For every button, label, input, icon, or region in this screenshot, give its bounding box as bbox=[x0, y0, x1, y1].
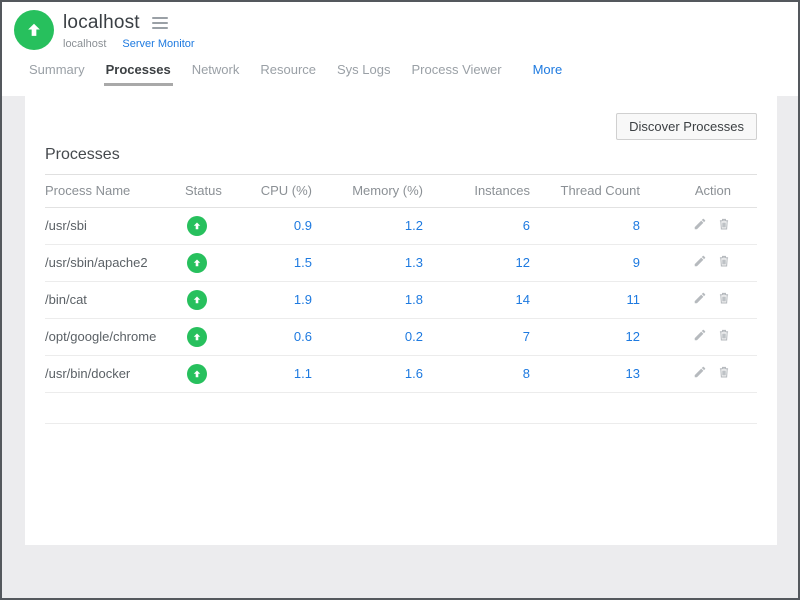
status-up-icon bbox=[187, 363, 207, 384]
tab-bar: Summary Processes Network Resource Sys Logs P… bbox=[2, 50, 798, 86]
status-up-icon bbox=[187, 215, 207, 236]
hamburger-menu-icon[interactable] bbox=[150, 15, 170, 31]
threads-value-cell[interactable]: 11 bbox=[530, 281, 640, 319]
action-icons bbox=[693, 217, 731, 231]
monitor-status-avatar bbox=[14, 10, 54, 50]
delete-trash-icon[interactable] bbox=[717, 365, 731, 379]
status-up-icon bbox=[187, 289, 207, 310]
instances-value-cell[interactable]: 7 bbox=[423, 318, 530, 356]
tab-process-viewer[interactable]: Process Viewer bbox=[410, 62, 504, 86]
process-name-cell: /usr/bin/docker bbox=[45, 355, 185, 393]
cpu-value-cell[interactable]: 1.1 bbox=[247, 355, 312, 393]
discover-processes-button[interactable]: Discover Processes bbox=[616, 113, 757, 140]
tab-resource[interactable]: Resource bbox=[258, 62, 318, 86]
tab-network[interactable]: Network bbox=[190, 62, 242, 86]
column-header-action: Action bbox=[640, 175, 757, 208]
process-name-cell: /usr/sbi bbox=[45, 207, 185, 245]
processes-table: Process Name Status CPU (%) Memory (%) Insta… bbox=[45, 175, 757, 424]
action-cell bbox=[640, 318, 757, 356]
status-up-icon bbox=[187, 252, 207, 273]
header-top: localhost localhost Server Monitor bbox=[2, 2, 798, 50]
header-text: localhost localhost Server Monitor bbox=[63, 10, 195, 50]
table-row: /bin/cat 1.9 1.8 14 11 bbox=[45, 281, 757, 319]
column-header-status: Status bbox=[185, 175, 247, 208]
cpu-value-cell[interactable]: 1.9 bbox=[247, 281, 312, 319]
process-name-cell: /usr/sbin/apache2 bbox=[45, 244, 185, 282]
table-body: /usr/sbi 0.9 1.2 6 8 /usr/sbin/apache2 1… bbox=[45, 207, 757, 424]
threads-value-cell[interactable]: 9 bbox=[530, 244, 640, 282]
app-header: localhost localhost Server Monitor Summa… bbox=[2, 2, 798, 88]
instances-value-cell[interactable]: 6 bbox=[423, 207, 530, 245]
column-header-memory-: Memory (%) bbox=[312, 175, 423, 208]
memory-value-cell[interactable]: 1.3 bbox=[312, 244, 423, 282]
action-icons bbox=[693, 291, 731, 305]
process-name-cell: /opt/google/chrome bbox=[45, 318, 185, 356]
empty-table-row bbox=[45, 392, 757, 424]
breadcrumb-host: localhost bbox=[63, 38, 107, 50]
card-toolbar: Discover Processes bbox=[45, 96, 757, 140]
column-header-instances: Instances bbox=[423, 175, 530, 208]
status-cell bbox=[185, 318, 247, 356]
status-up-icon bbox=[187, 326, 207, 347]
tab-sys-logs[interactable]: Sys Logs bbox=[335, 62, 392, 86]
cpu-value-cell[interactable]: 0.9 bbox=[247, 207, 312, 245]
instances-value-cell[interactable]: 8 bbox=[423, 355, 530, 393]
memory-value-cell[interactable]: 1.8 bbox=[312, 281, 423, 319]
action-icons bbox=[693, 365, 731, 379]
status-cell bbox=[185, 355, 247, 393]
edit-pencil-icon[interactable] bbox=[693, 291, 707, 305]
app-window: localhost localhost Server Monitor Summa… bbox=[0, 0, 800, 600]
edit-pencil-icon[interactable] bbox=[693, 365, 707, 379]
threads-value-cell[interactable]: 13 bbox=[530, 355, 640, 393]
memory-value-cell[interactable]: 1.2 bbox=[312, 207, 423, 245]
edit-pencil-icon[interactable] bbox=[693, 254, 707, 268]
cpu-value-cell[interactable]: 1.5 bbox=[247, 244, 312, 282]
tab-summary[interactable]: Summary bbox=[27, 62, 87, 86]
cpu-value-cell[interactable]: 0.6 bbox=[247, 318, 312, 356]
tab-more[interactable]: More bbox=[531, 62, 565, 86]
table-row: /usr/sbin/apache2 1.5 1.3 12 9 bbox=[45, 244, 757, 282]
processes-card: Discover Processes Processes Process Nam… bbox=[25, 96, 777, 545]
action-cell bbox=[640, 281, 757, 319]
action-cell bbox=[640, 244, 757, 282]
process-name-cell: /bin/cat bbox=[45, 281, 185, 319]
table-row: /opt/google/chrome 0.6 0.2 7 12 bbox=[45, 318, 757, 356]
action-icons bbox=[693, 328, 731, 342]
memory-value-cell[interactable]: 0.2 bbox=[312, 318, 423, 356]
status-cell bbox=[185, 244, 247, 282]
server-monitor-link[interactable]: Server Monitor bbox=[122, 38, 194, 50]
instances-value-cell[interactable]: 14 bbox=[423, 281, 530, 319]
table-row: /usr/bin/docker 1.1 1.6 8 13 bbox=[45, 355, 757, 393]
delete-trash-icon[interactable] bbox=[717, 328, 731, 342]
edit-pencil-icon[interactable] bbox=[693, 328, 707, 342]
page-title: localhost bbox=[63, 12, 140, 33]
up-arrow-icon bbox=[28, 23, 40, 36]
tab-processes[interactable]: Processes bbox=[103, 62, 173, 86]
delete-trash-icon[interactable] bbox=[717, 254, 731, 268]
status-cell bbox=[185, 281, 247, 319]
table-row: /usr/sbi 0.9 1.2 6 8 bbox=[45, 207, 757, 245]
threads-value-cell[interactable]: 8 bbox=[530, 207, 640, 245]
table-header-row: Process Name Status CPU (%) Memory (%) Insta… bbox=[45, 175, 757, 208]
status-cell bbox=[185, 207, 247, 245]
edit-pencil-icon[interactable] bbox=[693, 217, 707, 231]
action-cell bbox=[640, 355, 757, 393]
delete-trash-icon[interactable] bbox=[717, 291, 731, 305]
column-header-thread-count: Thread Count bbox=[530, 175, 640, 208]
action-cell bbox=[640, 207, 757, 245]
column-header-cpu-: CPU (%) bbox=[247, 175, 312, 208]
action-icons bbox=[693, 254, 731, 268]
threads-value-cell[interactable]: 12 bbox=[530, 318, 640, 356]
content-background: Discover Processes Processes Process Nam… bbox=[2, 96, 798, 598]
instances-value-cell[interactable]: 12 bbox=[423, 244, 530, 282]
memory-value-cell[interactable]: 1.6 bbox=[312, 355, 423, 393]
delete-trash-icon[interactable] bbox=[717, 217, 731, 231]
column-header-process-name: Process Name bbox=[45, 175, 185, 208]
section-title: Processes bbox=[45, 140, 757, 175]
